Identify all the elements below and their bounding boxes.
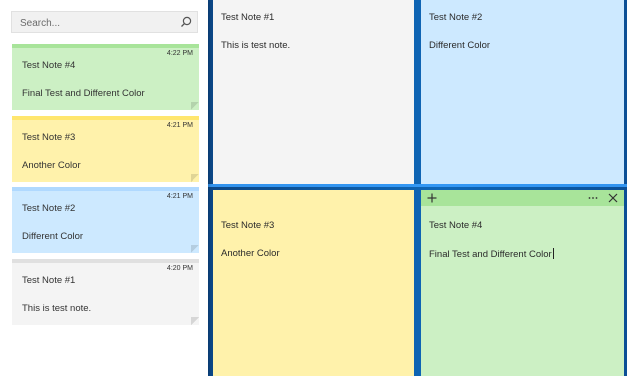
note-body[interactable]: Another Color xyxy=(221,248,280,259)
list-item[interactable]: 4:20 PM Test Note #1 This is test note. xyxy=(12,259,199,325)
note-window-4[interactable]: Test Note #4 Final Test and Different Co… xyxy=(421,190,624,376)
note-timestamp: 4:21 PM xyxy=(166,122,193,129)
note-title: Test Note #1 xyxy=(221,12,275,23)
plus-icon[interactable] xyxy=(426,192,438,204)
note-title: Test Note #2 xyxy=(429,12,483,23)
list-item[interactable]: 4:21 PM Test Note #3 Another Color xyxy=(12,116,199,182)
color-band xyxy=(12,187,199,191)
text-caret xyxy=(552,248,554,259)
page-fold-icon xyxy=(191,102,199,110)
note-window-2[interactable]: Test Note #2 Different Color xyxy=(421,0,624,184)
note-title: Test Note #2 xyxy=(22,203,76,214)
note-title: Test Note #1 xyxy=(22,275,76,286)
note-title: Test Note #3 xyxy=(221,220,275,231)
note-toolbar xyxy=(421,190,624,206)
page-fold-icon xyxy=(191,245,199,253)
note-body[interactable]: Different Color xyxy=(429,40,490,51)
wallpaper-light-streak xyxy=(208,184,627,187)
page-fold-icon xyxy=(191,317,199,325)
note-timestamp: 4:20 PM xyxy=(166,265,193,272)
note-title: Test Note #3 xyxy=(22,132,76,143)
note-body-text: Final Test and Different Color xyxy=(429,249,552,260)
note-body[interactable]: This is test note. xyxy=(221,40,290,51)
note-window-3[interactable]: Test Note #3 Another Color xyxy=(213,190,414,376)
note-body[interactable]: Final Test and Different Color xyxy=(429,248,554,260)
note-preview: Different Color xyxy=(22,231,84,242)
note-window-1[interactable]: Test Note #1 This is test note. xyxy=(213,0,414,184)
list-item[interactable]: 4:21 PM Test Note #2 Different Color xyxy=(12,187,199,253)
close-icon[interactable] xyxy=(607,192,619,204)
color-band xyxy=(12,259,199,263)
note-title: Test Note #4 xyxy=(429,220,483,231)
page-fold-icon xyxy=(191,174,199,182)
search-icon[interactable] xyxy=(179,15,193,29)
note-timestamp: 4:22 PM xyxy=(166,50,193,57)
note-title: Test Note #4 xyxy=(22,60,76,71)
note-preview: This is test note. xyxy=(22,303,92,314)
note-preview: Another Color xyxy=(22,160,81,171)
note-timestamp: 4:21 PM xyxy=(166,193,193,200)
notes-list-panel: 4:22 PM Test Note #4 Final Test and Diff… xyxy=(0,0,208,376)
more-icon[interactable] xyxy=(587,192,599,204)
list-item[interactable]: 4:22 PM Test Note #4 Final Test and Diff… xyxy=(12,44,199,110)
search-input[interactable] xyxy=(18,15,172,31)
note-preview: Final Test and Different Color xyxy=(22,88,145,99)
search-box[interactable] xyxy=(11,11,198,33)
color-band xyxy=(12,116,199,120)
color-band xyxy=(12,44,199,48)
